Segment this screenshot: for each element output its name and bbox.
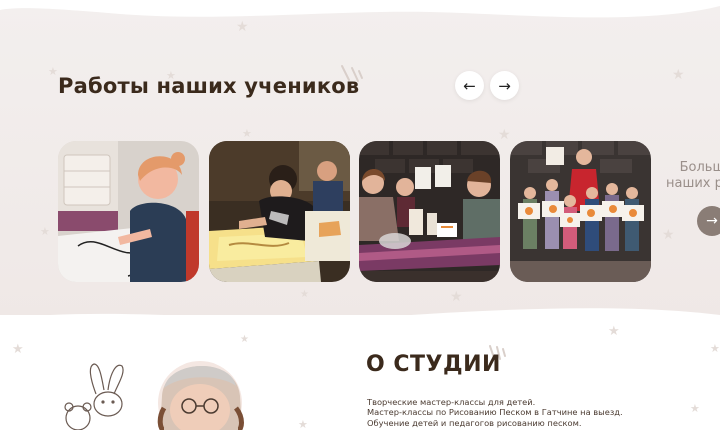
arrow-right-icon: → <box>706 213 718 229</box>
star-decoration: ★ <box>12 342 24 357</box>
more-works-line2: наших работ <box>666 176 720 191</box>
about-description: Творческие мастер-классы для детей. Маст… <box>367 397 623 428</box>
bunny-doodle <box>89 363 124 417</box>
photo-group-with-drawings <box>510 141 651 282</box>
star-decoration: ★ <box>300 289 309 300</box>
studio-owner-portrait <box>64 361 244 430</box>
gallery-prev-button[interactable]: ← <box>455 71 484 100</box>
about-line: Мастер-классы по Рисованию Песком в Гатч… <box>367 407 623 418</box>
star-decoration: ★ <box>48 65 58 78</box>
more-works-label[interactable]: Больше наших работ <box>666 160 720 192</box>
top-wave-decoration <box>0 0 720 18</box>
about-line: Обучение детей и педагогов рисованию пес… <box>367 417 582 428</box>
star-decoration: ★ <box>608 324 620 339</box>
star-decoration: ★ <box>242 127 252 140</box>
more-works-line1: Больше <box>679 160 720 175</box>
star-decoration: ★ <box>662 227 675 243</box>
about-line: Творческие мастер-классы для детей. <box>367 397 536 407</box>
photo-sand-drawing <box>209 141 350 282</box>
student-work-photo[interactable] <box>359 141 500 282</box>
star-decoration: ★ <box>498 127 511 143</box>
bear-doodle <box>64 402 92 430</box>
section-title: Работы наших учеников <box>58 74 360 98</box>
star-decoration: ★ <box>240 334 249 345</box>
star-decoration: ★ <box>690 402 700 415</box>
student-work-photo[interactable] <box>209 141 350 282</box>
about-title: О СТУДИИ <box>366 352 501 377</box>
star-decoration: ★ <box>236 19 249 35</box>
gallery-next-button[interactable]: → <box>490 71 519 100</box>
photo-kids-at-table <box>359 141 500 282</box>
photo-girl-drawing <box>58 141 199 282</box>
arrow-left-icon: ← <box>463 76 476 95</box>
star-decoration: ★ <box>710 342 720 355</box>
star-decoration: ★ <box>40 225 50 238</box>
star-decoration: ★ <box>672 67 685 83</box>
more-works-button[interactable]: → <box>697 206 720 236</box>
student-work-photo[interactable] <box>510 141 651 282</box>
works-section: ★ ★ ★ ★ ★ ★ ★ ★ ★ ★ Работы наших ученико… <box>0 0 720 330</box>
student-work-photo[interactable] <box>58 141 199 282</box>
arrow-right-icon: → <box>498 76 511 95</box>
